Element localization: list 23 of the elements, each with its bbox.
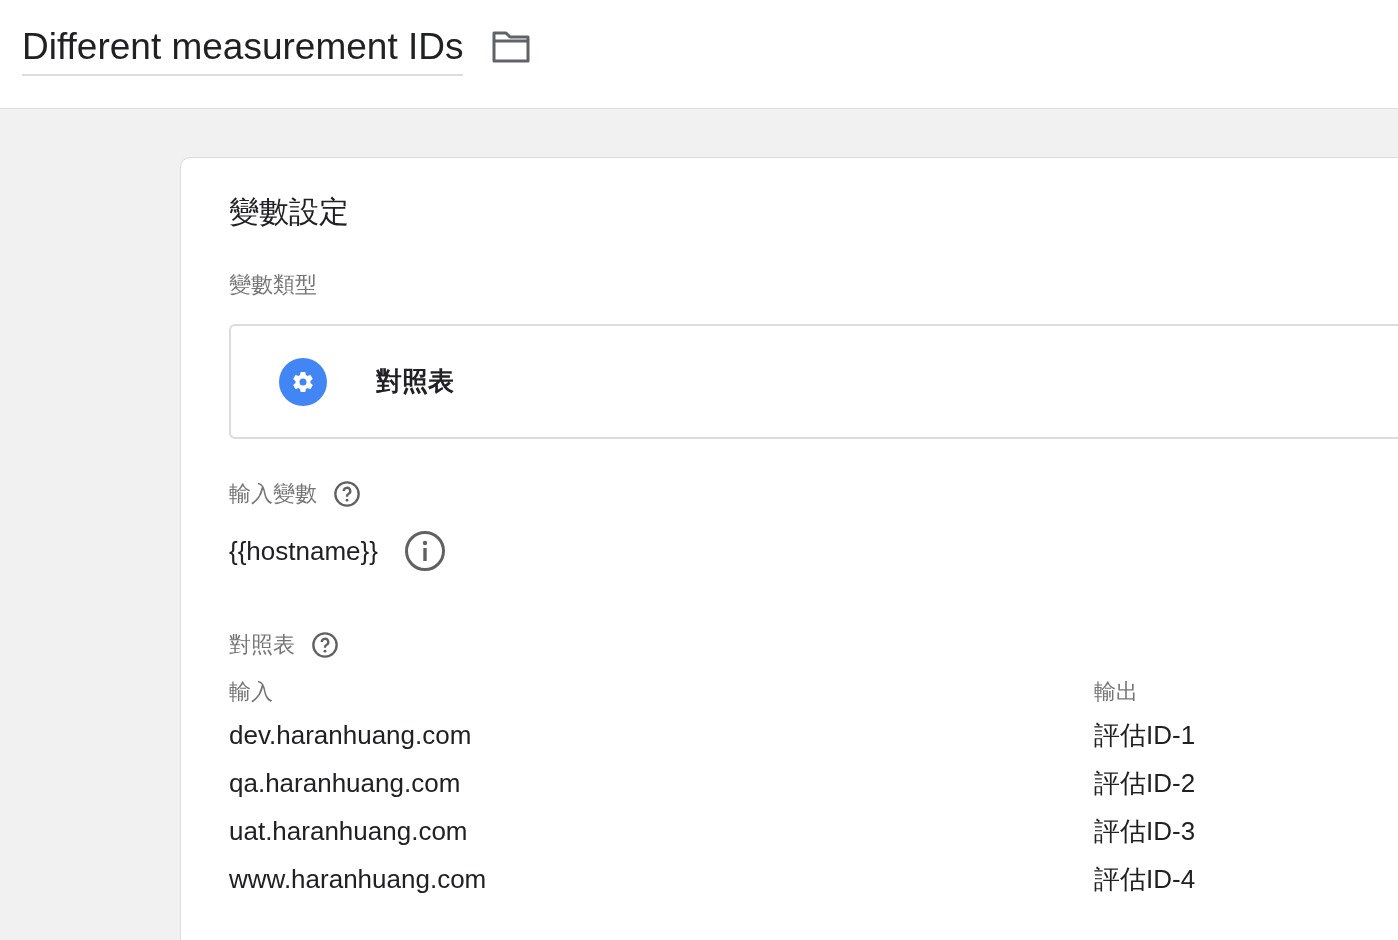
help-icon[interactable] (333, 479, 361, 508)
folder-icon[interactable] (491, 30, 532, 64)
info-icon[interactable] (403, 530, 446, 572)
variable-type-card[interactable]: 對照表 (229, 324, 1398, 439)
field-label: 輸入變數 (229, 480, 317, 508)
input-variable-value: {{hostname}} (229, 534, 378, 568)
container-title[interactable]: Different measurement IDs (22, 24, 464, 76)
field-label: 變數類型 (229, 271, 318, 299)
section-title: 變數設定 (229, 194, 350, 230)
gear-icon (278, 356, 328, 407)
column-header: 輸入 (229, 678, 274, 706)
table-cell-text: 評估ID-1 (1094, 719, 1197, 752)
table-cell-text: qa.haranhuang.com (229, 767, 462, 800)
table-cell-text: dev.haranhuang.com (229, 719, 473, 752)
field-label: 對照表 (229, 631, 295, 659)
table-cell-text: 評估ID-3 (1094, 815, 1197, 848)
column-header: 輸出 (1094, 678, 1139, 706)
table-cell-text: www.haranhuang.com (229, 863, 488, 896)
help-icon[interactable] (311, 630, 339, 659)
table-cell-text: 評估ID-4 (1094, 863, 1197, 896)
table-cell-text: 評估ID-2 (1094, 767, 1197, 800)
table-cell-text: uat.haranhuang.com (229, 815, 469, 848)
variable-type-name: 對照表 (376, 365, 454, 398)
